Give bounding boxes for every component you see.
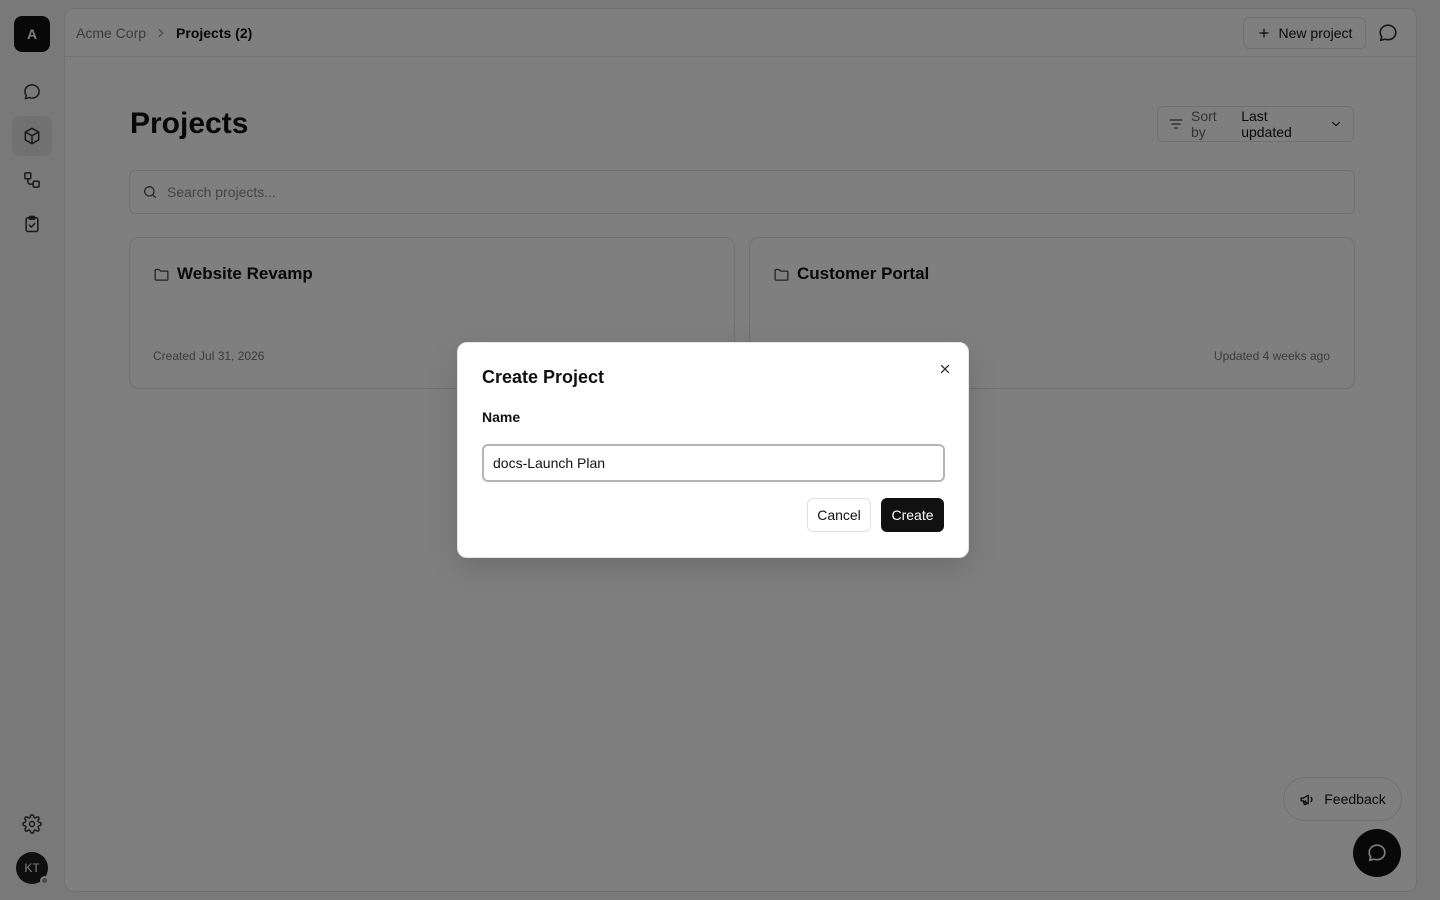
- close-icon: [938, 362, 952, 376]
- create-button[interactable]: Create: [881, 498, 944, 532]
- cancel-button[interactable]: Cancel: [807, 498, 871, 532]
- dialog-title: Create Project: [482, 367, 605, 387]
- create-project-dialog: Create Project Name Cancel Create: [457, 342, 969, 558]
- project-name-input[interactable]: [482, 444, 945, 482]
- name-field-label: Name: [482, 409, 521, 425]
- close-button[interactable]: [936, 360, 954, 378]
